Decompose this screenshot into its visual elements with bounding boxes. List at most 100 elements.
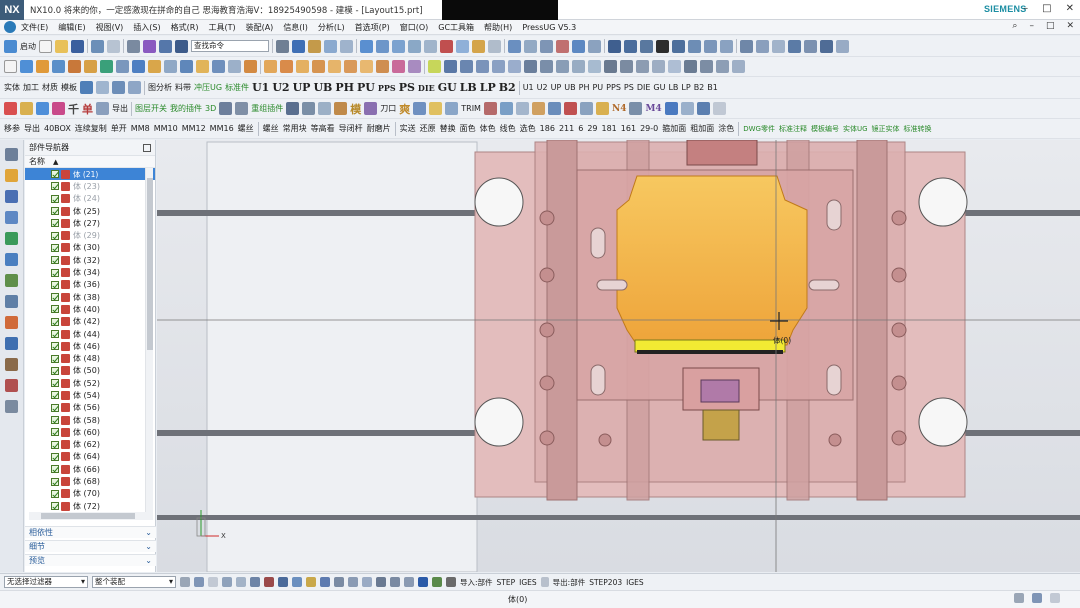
tool-label-stamping[interactable]: 冲压UG bbox=[194, 82, 222, 93]
curve-icon-5[interactable] bbox=[508, 60, 521, 73]
tool-ps[interactable]: PS bbox=[399, 81, 415, 94]
scrollbar-thumb[interactable] bbox=[147, 178, 153, 350]
chamfer-icon[interactable] bbox=[132, 60, 145, 73]
box-feature-icon-9[interactable] bbox=[392, 60, 405, 73]
pick-icon[interactable] bbox=[208, 577, 218, 587]
layer-icon[interactable] bbox=[324, 39, 337, 53]
curve-icon-14[interactable] bbox=[652, 60, 665, 73]
tool-label-solid[interactable]: 实体 bbox=[4, 82, 20, 93]
select-icon[interactable] bbox=[194, 577, 204, 587]
trim-body-icon[interactable] bbox=[228, 60, 241, 73]
draft-icon[interactable] bbox=[164, 60, 177, 73]
tree-row[interactable]: 体 (23) bbox=[25, 180, 155, 192]
tree-row[interactable]: 体 (52) bbox=[25, 377, 155, 389]
tool-label-analysis[interactable]: 图分析 bbox=[148, 82, 172, 93]
sketch-icon[interactable] bbox=[508, 39, 521, 53]
tree-row[interactable]: 体 (70) bbox=[25, 488, 155, 500]
tool-continuous-copy[interactable]: 连续复制 bbox=[75, 123, 107, 134]
tool-r-ub[interactable]: UB bbox=[564, 83, 575, 92]
visibility-checkbox[interactable] bbox=[51, 243, 59, 252]
chevron-down-icon[interactable]: ⌄ bbox=[145, 542, 152, 551]
snap-icon[interactable] bbox=[264, 577, 274, 587]
system-scene-icon[interactable] bbox=[5, 400, 18, 413]
tool-mold[interactable]: 模 bbox=[350, 101, 361, 117]
visibility-checkbox[interactable] bbox=[51, 293, 59, 302]
tree-row[interactable]: 体 (25) bbox=[25, 205, 155, 217]
tool-up[interactable]: UP bbox=[293, 81, 311, 94]
start-button[interactable]: 启动 bbox=[20, 41, 36, 52]
curve-icon-6[interactable] bbox=[524, 60, 537, 73]
filter-reset-icon[interactable] bbox=[180, 577, 190, 587]
tool-my-plugin[interactable]: 我的插件 bbox=[170, 103, 202, 114]
extrude-icon[interactable] bbox=[20, 60, 33, 73]
pattern-icon[interactable] bbox=[688, 39, 701, 53]
visibility-checkbox[interactable] bbox=[51, 317, 59, 326]
edit-surface-icon[interactable] bbox=[440, 39, 453, 53]
tool-standard-note[interactable]: 标准注释 bbox=[779, 124, 807, 134]
tool-guide-rod[interactable]: 导闭杆 bbox=[339, 123, 363, 134]
visibility-checkbox[interactable] bbox=[51, 403, 59, 412]
tree-row[interactable]: 体 (56) bbox=[25, 402, 155, 414]
tool-n4[interactable]: N4 bbox=[612, 104, 627, 114]
visibility-checkbox[interactable] bbox=[51, 170, 59, 179]
selection-scope-dropdown[interactable]: 整个装配 bbox=[92, 576, 176, 588]
visibility-checkbox[interactable] bbox=[51, 440, 59, 449]
tool-screw[interactable]: 螺丝 bbox=[238, 123, 254, 134]
command-search-input[interactable]: 查找命令 bbox=[191, 40, 269, 52]
history-icon[interactable] bbox=[5, 295, 18, 308]
section-dependencies[interactable]: 相依性 ⌄ bbox=[25, 526, 156, 538]
visibility-checkbox[interactable] bbox=[51, 366, 59, 375]
menu-pressug[interactable]: PressUG V5.3 bbox=[517, 23, 581, 32]
tool-solid-ug[interactable]: 实体UG bbox=[843, 124, 868, 134]
tree-row[interactable]: 体 (38) bbox=[25, 291, 155, 303]
offset-icon[interactable] bbox=[704, 39, 717, 53]
visibility-checkbox[interactable] bbox=[51, 256, 59, 265]
component-icon[interactable] bbox=[756, 39, 769, 53]
unite-icon[interactable] bbox=[180, 60, 193, 73]
web-browser-icon[interactable] bbox=[5, 274, 18, 287]
box-feature-icon-3[interactable] bbox=[296, 60, 309, 73]
plugin-icon-7[interactable] bbox=[235, 102, 249, 115]
tool-r-pu[interactable]: PU bbox=[592, 83, 603, 92]
doc-close-button[interactable]: ✕ bbox=[1066, 21, 1074, 31]
sketch-icon-4[interactable] bbox=[556, 39, 569, 53]
split-body-icon[interactable] bbox=[244, 60, 257, 73]
box-feature-icon[interactable] bbox=[264, 60, 277, 73]
circle-icon-2[interactable] bbox=[700, 60, 713, 73]
menu-view[interactable]: 视图(V) bbox=[91, 22, 129, 33]
redo-icon[interactable] bbox=[107, 39, 120, 53]
process-studio-icon[interactable] bbox=[5, 337, 18, 350]
undo-icon[interactable] bbox=[91, 39, 104, 53]
shape-icon[interactable] bbox=[672, 39, 685, 53]
plugin-icon-19[interactable] bbox=[531, 102, 545, 115]
plugin-icon-13[interactable] bbox=[413, 102, 427, 115]
curve-icon-10[interactable] bbox=[588, 60, 601, 73]
hole-icon[interactable] bbox=[68, 60, 81, 73]
render-style-icon[interactable] bbox=[292, 39, 305, 53]
tree-row[interactable]: 体 (48) bbox=[25, 352, 155, 364]
tool-thousand[interactable]: 千 bbox=[68, 101, 79, 117]
tool-r-lb[interactable]: LB bbox=[668, 83, 678, 92]
tree-row[interactable]: 体 (21) bbox=[25, 168, 155, 181]
plugin-icon-21[interactable] bbox=[563, 102, 577, 115]
tool-29[interactable]: 29 bbox=[587, 124, 597, 133]
text-icon[interactable] bbox=[656, 39, 669, 53]
plugin-icon-5[interactable] bbox=[96, 102, 109, 115]
arc-icon[interactable] bbox=[624, 39, 637, 53]
tool-layer-switch[interactable]: 图层开关 bbox=[135, 103, 167, 114]
tool-gu[interactable]: GU bbox=[438, 81, 457, 94]
tree-row[interactable]: 体 (60) bbox=[25, 426, 155, 438]
tool-mm10[interactable]: MM10 bbox=[154, 124, 178, 133]
constraint-icon[interactable] bbox=[772, 39, 785, 53]
plugin-icon-25[interactable] bbox=[664, 102, 678, 115]
visibility-checkbox[interactable] bbox=[51, 305, 59, 314]
fullscreen-icon[interactable] bbox=[1032, 593, 1042, 603]
rib-icon[interactable] bbox=[100, 60, 113, 73]
curve-icon-15[interactable] bbox=[668, 60, 681, 73]
visibility-checkbox[interactable] bbox=[51, 354, 59, 363]
surface-icon-5[interactable] bbox=[424, 39, 437, 53]
tool-die[interactable]: DIE bbox=[418, 83, 435, 93]
tool-common-block[interactable]: 常用块 bbox=[283, 123, 307, 134]
press-icon-4[interactable] bbox=[128, 81, 141, 94]
tool-r-u2[interactable]: U2 bbox=[537, 83, 548, 92]
